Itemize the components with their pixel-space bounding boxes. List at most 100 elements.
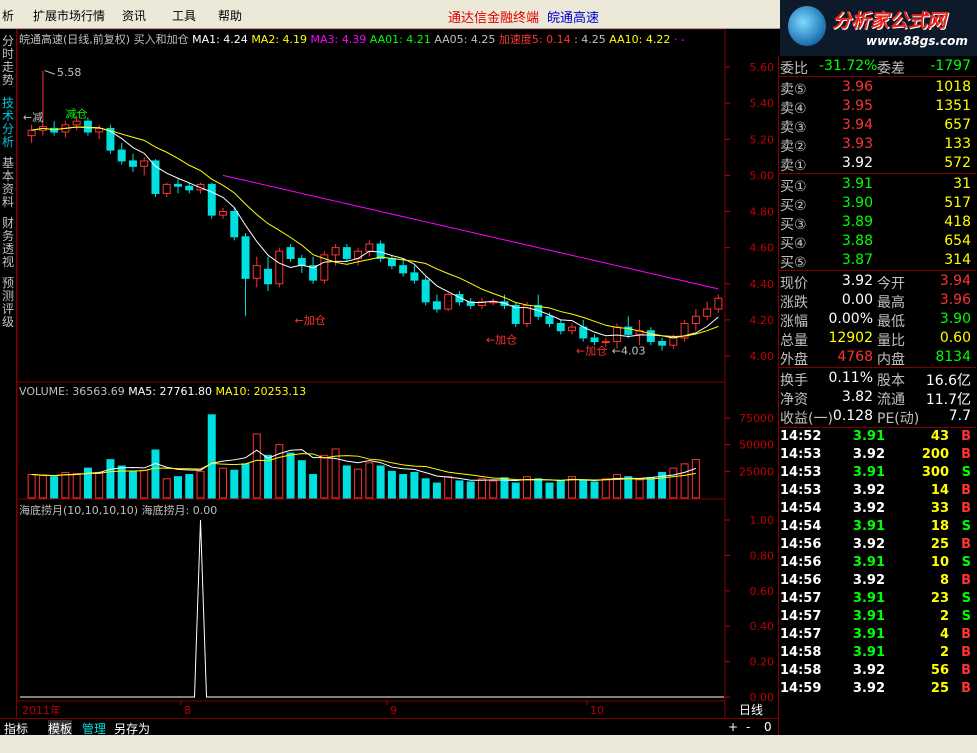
- volume-bar: [354, 468, 363, 499]
- menu-tools[interactable]: 工具: [172, 7, 196, 24]
- order-ratio-row: 委比 -31.72% 委差 -1797: [779, 57, 976, 77]
- bid-price: 3.88: [841, 233, 873, 249]
- bid-label: 买③: [780, 217, 807, 233]
- volume-bar: [635, 479, 644, 499]
- ask-row: 卖② 3.93 133: [779, 135, 976, 155]
- tick-time: 14:59: [780, 681, 822, 696]
- bid-row: 买② 3.90 517: [779, 194, 976, 214]
- vol-tick-label: 50000: [739, 439, 774, 452]
- tick-row: 14:52 3.91 43 B: [779, 429, 976, 447]
- tick-time: 14:57: [780, 627, 822, 642]
- reset-button[interactable]: 0: [764, 720, 772, 734]
- tick-row: 14:54 3.91 18 S: [779, 519, 976, 537]
- volume-bar: [691, 459, 700, 499]
- price-tick-label: 4.40: [750, 278, 775, 291]
- tick-side: B: [961, 447, 971, 462]
- tick-time: 14:52: [780, 429, 822, 444]
- stat-row: 外盘 4768 内盘 8134: [779, 348, 976, 368]
- candle-body: [286, 247, 295, 259]
- tick-side: B: [961, 681, 971, 696]
- ask-volume: 1018: [935, 79, 971, 95]
- tick-time: 14:58: [780, 645, 822, 660]
- tick-volume: 200: [921, 447, 949, 462]
- tick-price: 3.91: [852, 627, 885, 642]
- tick-volume: 23: [930, 591, 949, 606]
- tab-technical[interactable]: 技术分析: [2, 97, 15, 149]
- site-logo: 分析家公式网 www.88gs.com: [780, 0, 977, 56]
- tick-price: 3.91: [852, 465, 885, 480]
- tick-time: 14:53: [780, 447, 822, 462]
- volume-bar: [95, 471, 104, 499]
- accel-label: 加速度5: 0.14: [498, 33, 571, 46]
- bid-price: 3.87: [841, 252, 873, 268]
- volume-bar: [365, 462, 374, 499]
- bid-label: 买①: [780, 179, 807, 195]
- candle-body: [444, 294, 453, 310]
- tick-volume: 300: [921, 465, 949, 480]
- ask-label: 卖⑤: [780, 82, 807, 98]
- aa10-value: AA10: 4.22: [609, 33, 671, 46]
- bid-volume: 517: [944, 195, 971, 211]
- ask-label: 卖①: [780, 158, 807, 174]
- volume-bar: [38, 475, 47, 499]
- menu-help[interactable]: 帮助: [218, 7, 242, 24]
- vol-ma10: MA10: 20253.13: [215, 385, 307, 398]
- ask-price: 3.94: [841, 117, 873, 133]
- brand-title: 通达信金融终端 皖通高速: [448, 7, 599, 26]
- chart-canvas[interactable]: 5.60 5.40 5.20 5.00 4.80 4.60 4.40 4.20 4.00 5.58…: [17, 29, 780, 719]
- tick-row: 14:57 3.91 23 S: [779, 591, 976, 609]
- candle-body: [703, 308, 712, 317]
- volume-bar: [151, 449, 160, 499]
- candle-body: [241, 236, 250, 279]
- tick-volume: 14: [930, 483, 949, 498]
- volume-bar: [466, 481, 475, 499]
- high-marker: [44, 70, 56, 75]
- tick-volume: 2: [939, 645, 949, 660]
- tab-forecast[interactable]: 预测评级: [2, 277, 15, 329]
- stat-value: 12902: [828, 330, 873, 346]
- zoom-in-button[interactable]: +: [728, 720, 738, 734]
- candle-body: [207, 183, 216, 216]
- price-tick-label: 5.40: [750, 97, 775, 110]
- tick-price: 3.92: [852, 483, 885, 498]
- year-label: 2011年: [22, 703, 61, 717]
- menu-ext-market[interactable]: 扩展市场行情: [33, 7, 105, 24]
- fund-value: 11.7亿: [925, 392, 971, 408]
- tab-basic-info[interactable]: 基本资料: [2, 157, 15, 209]
- bid-label: 买④: [780, 236, 807, 252]
- chart-area[interactable]: 5.60 5.40 5.20 5.00 4.80 4.60 4.40 4.20 4.00 5.58…: [17, 29, 780, 719]
- menu-info[interactable]: 资讯: [122, 7, 146, 24]
- tick-side: B: [961, 663, 971, 678]
- accel-value: : 4.25: [574, 33, 606, 46]
- month-label: 10: [590, 704, 604, 717]
- volume-bar: [511, 482, 520, 499]
- volume-bar: [399, 474, 408, 499]
- candle-body: [511, 304, 520, 324]
- zoom-out-button[interactable]: -: [746, 720, 750, 734]
- volume-bar: [421, 478, 430, 499]
- bid-volume: 418: [944, 214, 971, 230]
- tick-side: S: [961, 591, 971, 606]
- stat-row: 现价 3.92 今开 3.94: [779, 272, 976, 292]
- stat-label: 最高: [877, 295, 905, 311]
- tab-intraday[interactable]: 分时走势: [2, 35, 15, 87]
- ind-tick-label: 0.60: [750, 585, 775, 598]
- menu-analysis[interactable]: 析: [2, 7, 14, 24]
- tick-side: B: [961, 537, 971, 552]
- stat-label: 今开: [877, 276, 905, 292]
- tick-row: 14:53 3.92 14 B: [779, 483, 976, 501]
- tab-finance[interactable]: 财务透视: [2, 217, 15, 269]
- month-label: 8: [184, 704, 191, 717]
- ask-row: 卖④ 3.95 1351: [779, 97, 976, 117]
- candle-body: [230, 211, 239, 238]
- order-ratio-value: -31.72%: [819, 58, 878, 74]
- tick-volume: 8: [939, 573, 949, 588]
- tick-time: 14:57: [780, 609, 822, 624]
- fund-row: 收益(一) 0.128 PE(动) 7.7: [779, 407, 976, 427]
- stat-value: 0.60: [939, 330, 971, 346]
- volume-bar: [264, 454, 273, 499]
- tick-time: 14:54: [780, 501, 822, 516]
- candle-body: [410, 272, 419, 281]
- ask-price: 3.96: [841, 79, 873, 95]
- indicator-value: 海底捞月: 0.00: [141, 504, 218, 517]
